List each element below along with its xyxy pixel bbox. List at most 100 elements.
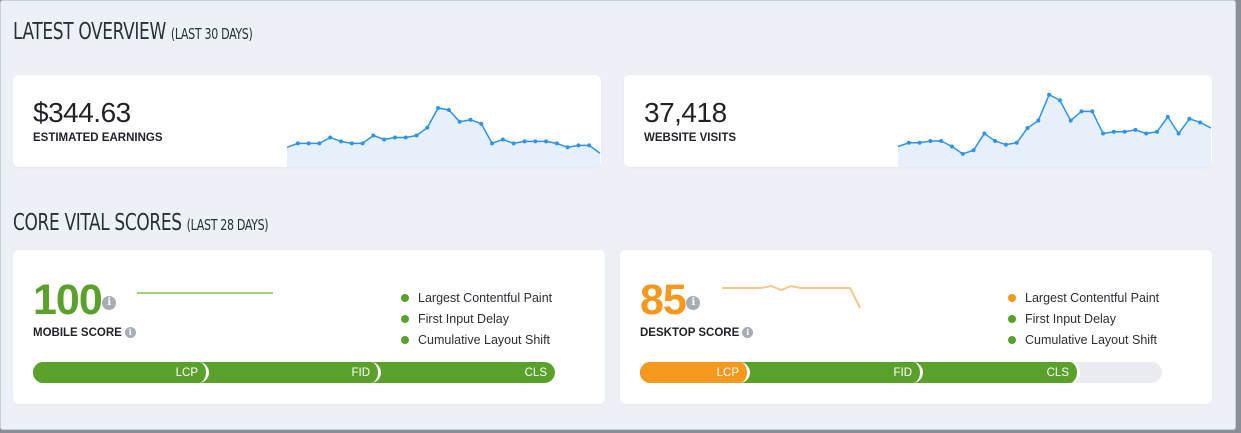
sparkline-point bbox=[382, 137, 387, 142]
earnings-sparkline bbox=[286, 106, 601, 167]
earnings-label: ESTIMATED EARNINGS bbox=[33, 132, 163, 144]
vitals-title: CORE VITAL SCORES bbox=[13, 210, 182, 236]
status-dot-icon bbox=[1008, 314, 1016, 323]
sparkline-point bbox=[1101, 131, 1106, 136]
legend-label: First Input Delay bbox=[1025, 311, 1117, 326]
sparkline-point bbox=[1165, 114, 1170, 119]
sparkline-point bbox=[949, 144, 954, 149]
visits-card[interactable]: 37,418 WEBSITE VISITS bbox=[624, 75, 1212, 167]
sparkline-point bbox=[436, 106, 441, 110]
sparkline-point bbox=[1176, 131, 1181, 136]
sparkline-point bbox=[500, 137, 505, 142]
desktop-score-label: DESKTOP SCORE i bbox=[640, 327, 754, 339]
vitals-bar-segment-lcp[interactable]: LCP bbox=[640, 362, 750, 383]
mobile-score-label-text: MOBILE SCORE bbox=[33, 327, 122, 339]
sparkline-point bbox=[939, 138, 944, 143]
vitals-period: (LAST 28 DAYS) bbox=[186, 216, 269, 234]
sparkline-point bbox=[446, 107, 451, 112]
sparkline-point bbox=[457, 119, 462, 124]
status-dot-icon bbox=[1008, 293, 1016, 302]
sparkline-point bbox=[1003, 142, 1008, 147]
sparkline-point bbox=[576, 143, 581, 148]
sparkline-point bbox=[490, 141, 495, 146]
status-dot-icon bbox=[401, 314, 409, 323]
sparkline-point bbox=[295, 141, 300, 146]
desktop-score-trendline bbox=[722, 284, 861, 309]
sparkline-point bbox=[533, 139, 538, 144]
mobile-score-card[interactable]: 100 i MOBILE SCORE i Largest Contentful Pa… bbox=[13, 250, 605, 404]
legend-label: Cumulative Layout Shift bbox=[418, 332, 551, 347]
mobile-score-value: 100 i bbox=[33, 276, 116, 325]
sparkline-point bbox=[1036, 118, 1041, 123]
sparkline-point bbox=[338, 139, 343, 144]
status-dot-icon bbox=[1008, 335, 1016, 344]
visits-sparkline bbox=[897, 92, 1212, 167]
score-trend-line bbox=[722, 284, 861, 309]
dashboard-panel: LATEST OVERVIEW (LAST 30 DAYS) $344.63 ES… bbox=[0, 0, 1236, 430]
info-icon[interactable]: i bbox=[685, 295, 700, 310]
sparkline-point bbox=[371, 133, 376, 138]
info-icon[interactable]: i bbox=[124, 327, 136, 339]
sparkline-point bbox=[917, 140, 922, 145]
info-icon[interactable]: i bbox=[742, 327, 754, 339]
sparkline-point bbox=[1111, 129, 1116, 134]
desktop-score-card[interactable]: 85 i DESKTOP SCORE i Largest Contentful Pa… bbox=[620, 250, 1212, 404]
sparkline-point bbox=[982, 131, 987, 136]
sparkline-point bbox=[468, 117, 473, 122]
sparkline-area bbox=[898, 94, 1211, 167]
sparkline-point bbox=[425, 125, 430, 130]
legend-item-cls: Cumulative Layout Shift bbox=[401, 329, 552, 350]
legend-item-fid: First Input Delay bbox=[1008, 308, 1159, 329]
sparkline-point bbox=[1187, 116, 1192, 121]
overview-period: (LAST 30 DAYS) bbox=[170, 25, 253, 43]
legend-item-lcp: Largest Contentful Paint bbox=[1008, 287, 1159, 308]
earnings-card[interactable]: $344.63 ESTIMATED EARNINGS bbox=[13, 75, 601, 167]
sparkline-point bbox=[993, 138, 998, 143]
sparkline-point bbox=[587, 143, 592, 148]
sparkline-point bbox=[544, 139, 549, 144]
sparkline-point bbox=[479, 121, 484, 126]
sparkline-point bbox=[1047, 92, 1052, 97]
sparkline-point bbox=[565, 145, 570, 150]
desktop-score-value: 85 i bbox=[640, 276, 700, 325]
mobile-score-trendline bbox=[137, 292, 273, 294]
sparkline-point bbox=[414, 133, 419, 138]
visits-value: 37,418 bbox=[644, 97, 727, 128]
sparkline-point bbox=[1155, 129, 1160, 134]
overview-section-title: LATEST OVERVIEW (LAST 30 DAYS) bbox=[13, 19, 253, 45]
sparkline-point bbox=[1122, 129, 1127, 134]
vitals-bar-segment-lcp[interactable]: LCP bbox=[33, 362, 209, 383]
info-icon[interactable]: i bbox=[101, 295, 116, 310]
legend-item-fid: First Input Delay bbox=[401, 308, 552, 329]
sparkline-point bbox=[522, 139, 527, 144]
legend-item-cls: Cumulative Layout Shift bbox=[1008, 329, 1159, 350]
desktop-metric-legend: Largest Contentful Paint First Input Del… bbox=[1008, 287, 1159, 350]
desktop-score-label-text: DESKTOP SCORE bbox=[640, 327, 740, 339]
sparkline-point bbox=[1057, 98, 1062, 103]
legend-label: First Input Delay bbox=[418, 311, 510, 326]
sparkline-point bbox=[928, 138, 933, 143]
sparkline-point bbox=[1144, 131, 1149, 136]
mobile-vitals-bar: CLS FID LCP bbox=[33, 362, 555, 383]
legend-label: Cumulative Layout Shift bbox=[1025, 332, 1158, 347]
visits-label: WEBSITE VISITS bbox=[644, 132, 737, 144]
vitals-section-title: CORE VITAL SCORES (LAST 28 DAYS) bbox=[13, 210, 269, 236]
overview-title: LATEST OVERVIEW bbox=[13, 19, 166, 45]
sparkline-point bbox=[1079, 109, 1084, 114]
mobile-score-number: 100 bbox=[33, 276, 103, 324]
sparkline-point bbox=[392, 135, 397, 140]
status-dot-icon bbox=[401, 293, 409, 302]
sparkline-area bbox=[287, 108, 600, 167]
mobile-metric-legend: Largest Contentful Paint First Input Del… bbox=[401, 287, 552, 350]
sparkline-point bbox=[349, 141, 354, 146]
legend-item-lcp: Largest Contentful Paint bbox=[401, 287, 552, 308]
sparkline-point bbox=[1014, 140, 1019, 145]
mobile-score-label: MOBILE SCORE i bbox=[33, 327, 136, 339]
sparkline-point bbox=[317, 141, 322, 146]
sparkline-point bbox=[906, 140, 911, 145]
sparkline-point bbox=[1090, 109, 1095, 114]
desktop-score-number: 85 bbox=[640, 276, 687, 324]
desktop-vitals-bar: CLS FID LCP bbox=[640, 362, 1162, 383]
sparkline-point bbox=[960, 151, 965, 156]
earnings-value: $344.63 bbox=[33, 97, 131, 128]
